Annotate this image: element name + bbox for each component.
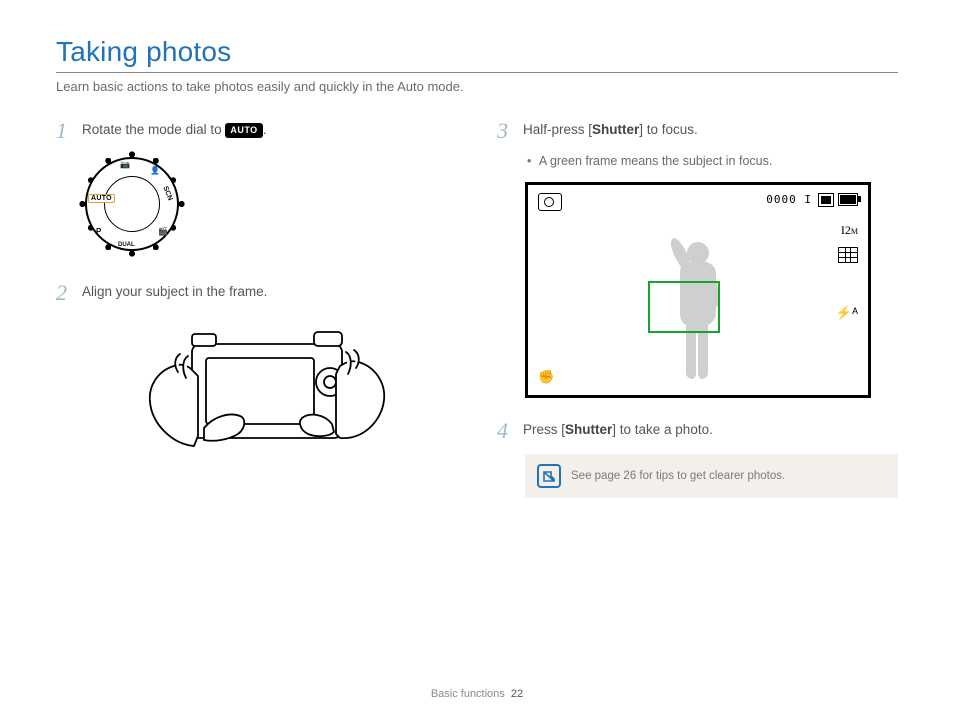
tip-text: See page 26 for tips to get clearer phot…: [571, 470, 785, 482]
step-3: 3 Half-press [Shutter] to focus.: [497, 120, 898, 142]
step-text: Rotate the mode dial to AUTO.: [82, 120, 266, 140]
step-number: 2: [56, 282, 72, 304]
shutter-label: Shutter: [565, 422, 612, 437]
step-text: Half-press [Shutter] to focus.: [523, 120, 698, 140]
dial-p-label: P: [96, 227, 101, 236]
camera-mode-icon: [538, 193, 562, 211]
step-3-bullet: A green frame means the subject in focus…: [527, 154, 898, 168]
step-2: 2 Align your subject in the frame.: [56, 282, 457, 304]
dial-scene-icon: 👤: [150, 166, 160, 175]
step-text: Align your subject in the frame.: [82, 282, 267, 302]
step-number: 3: [497, 120, 513, 142]
battery-icon: [838, 193, 858, 206]
dial-auto-icon: AUTO: [88, 194, 115, 203]
hands-camera-illustration: [70, 316, 457, 481]
note-icon: [537, 464, 561, 488]
step-4-pre: Press [: [523, 422, 565, 437]
step-1: 1 Rotate the mode dial to AUTO.: [56, 120, 457, 142]
page-title: Taking photos: [56, 36, 898, 73]
step-1-post: .: [263, 122, 267, 137]
lcd-preview-illustration: 0000 I I2M ⚡ᴬ ✊: [525, 182, 871, 398]
quality-icon: [818, 193, 834, 207]
right-column: 3 Half-press [Shutter] to focus. A green…: [497, 120, 898, 509]
step-number: 4: [497, 420, 513, 442]
dial-dual-label: DUAL: [118, 242, 135, 248]
step-4: 4 Press [Shutter] to take a photo.: [497, 420, 898, 442]
tip-box: See page 26 for tips to get clearer phot…: [525, 454, 898, 498]
step-text: Press [Shutter] to take a photo.: [523, 420, 713, 440]
step-number: 1: [56, 120, 72, 142]
step-1-pre: Rotate the mode dial to: [82, 122, 225, 137]
page-footer: Basic functions 22: [0, 688, 954, 700]
step-3-pre: Half-press [: [523, 122, 592, 137]
auto-badge-icon: AUTO: [225, 123, 262, 138]
shutter-label: Shutter: [592, 122, 639, 137]
page-number: 22: [511, 688, 523, 700]
left-column: 1 Rotate the mode dial to AUTO. AUTO P D…: [56, 120, 457, 509]
dial-night-icon: 📷: [120, 160, 130, 169]
focus-frame: [648, 281, 720, 333]
shot-counter: 0000 I: [766, 193, 812, 206]
footer-section: Basic functions: [431, 688, 505, 700]
page-subtitle: Learn basic actions to take photos easil…: [56, 79, 898, 94]
step-3-post: ] to focus.: [639, 122, 698, 137]
flash-auto-icon: ⚡ᴬ: [836, 305, 858, 321]
quality-grid-icon: [838, 247, 858, 263]
mode-dial-illustration: AUTO P DUAL 🎬 SCN 👤 📷: [82, 154, 182, 254]
megapixel-label: I2M: [841, 223, 858, 238]
dial-video-icon: 🎬: [158, 227, 168, 236]
step-4-post: ] to take a photo.: [612, 422, 713, 437]
steady-icon: ✊: [538, 369, 554, 385]
